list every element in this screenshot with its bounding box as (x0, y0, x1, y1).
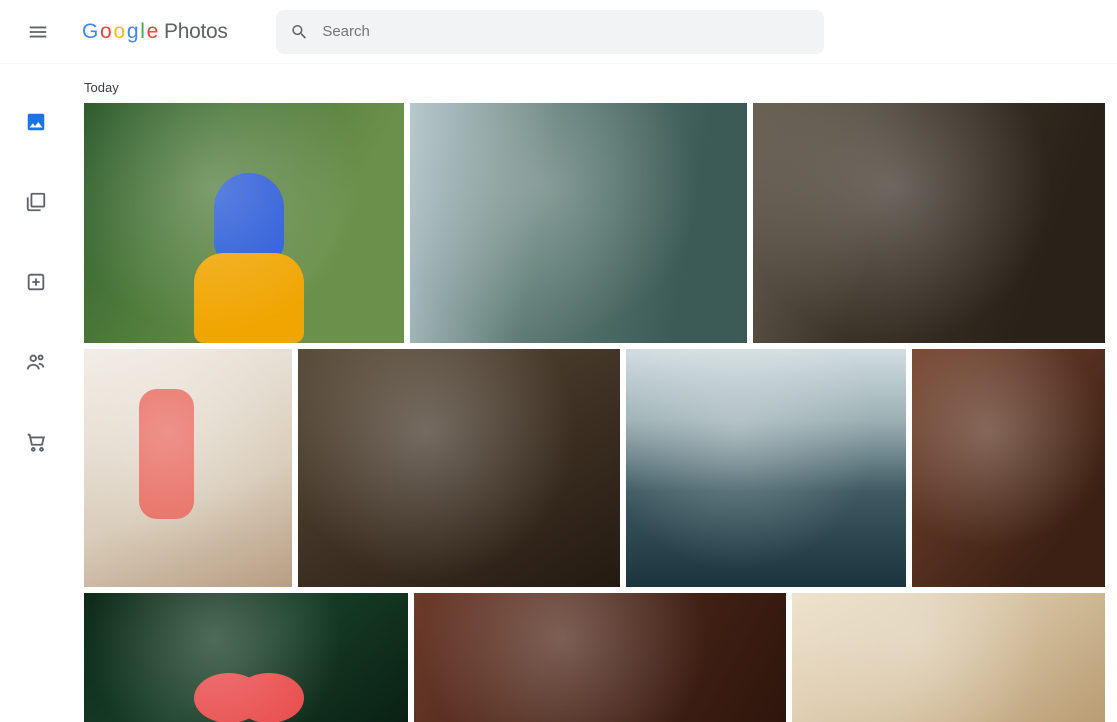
date-section-label: Today (84, 80, 1105, 95)
photo-thumbnail[interactable] (84, 593, 408, 722)
image-icon (25, 111, 47, 133)
nav-albums[interactable] (16, 182, 56, 222)
photo-thumbnail[interactable] (912, 349, 1105, 587)
product-name: Photos (164, 20, 228, 44)
nav-create[interactable] (16, 262, 56, 302)
search-input[interactable] (322, 23, 809, 40)
nav-sharing[interactable] (16, 342, 56, 382)
photo-thumbnail[interactable] (410, 103, 747, 343)
people-icon (25, 351, 47, 373)
add-box-icon (25, 271, 47, 293)
photo-grid (84, 103, 1105, 722)
nav-photos[interactable] (16, 102, 56, 142)
photo-thumbnail[interactable] (414, 593, 786, 722)
photo-thumbnail[interactable] (84, 103, 404, 343)
search-icon (290, 22, 309, 42)
photo-thumbnail[interactable] (792, 593, 1105, 722)
search-bar[interactable] (276, 10, 824, 54)
photo-content: Today (72, 64, 1117, 722)
photo-thumbnail[interactable] (753, 103, 1105, 343)
main-menu-button[interactable] (16, 10, 60, 54)
hamburger-icon (27, 21, 49, 43)
cart-icon (25, 431, 47, 453)
photo-thumbnail[interactable] (626, 349, 906, 587)
nav-print-store[interactable] (16, 422, 56, 462)
collections-icon (25, 191, 47, 213)
google-photos-logo[interactable]: Google Photos (82, 20, 228, 44)
photo-thumbnail[interactable] (84, 349, 292, 587)
app-header: Google Photos (0, 0, 1117, 64)
left-nav (0, 64, 72, 722)
photo-thumbnail[interactable] (298, 349, 620, 587)
